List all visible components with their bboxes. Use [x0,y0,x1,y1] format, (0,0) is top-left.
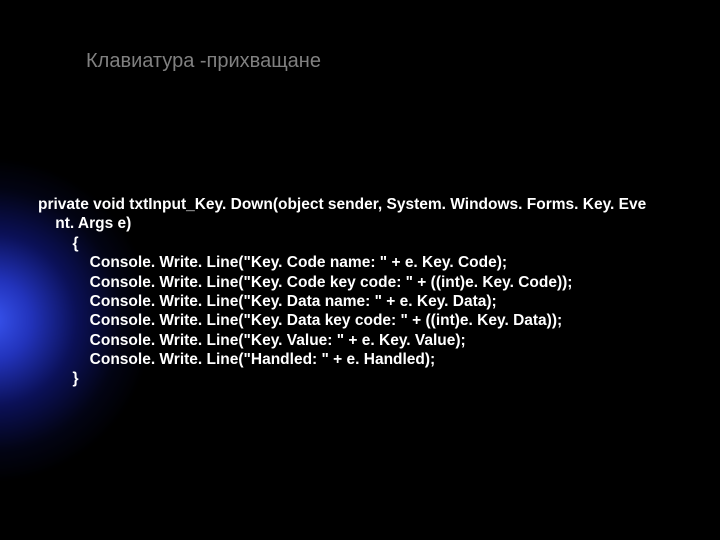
code-block: private void txtInput_Key. Down(object s… [38,195,700,389]
slide: Клавиатура -прихващане private void txtI… [0,0,720,540]
slide-title: Клавиатура -прихващане [86,50,321,73]
